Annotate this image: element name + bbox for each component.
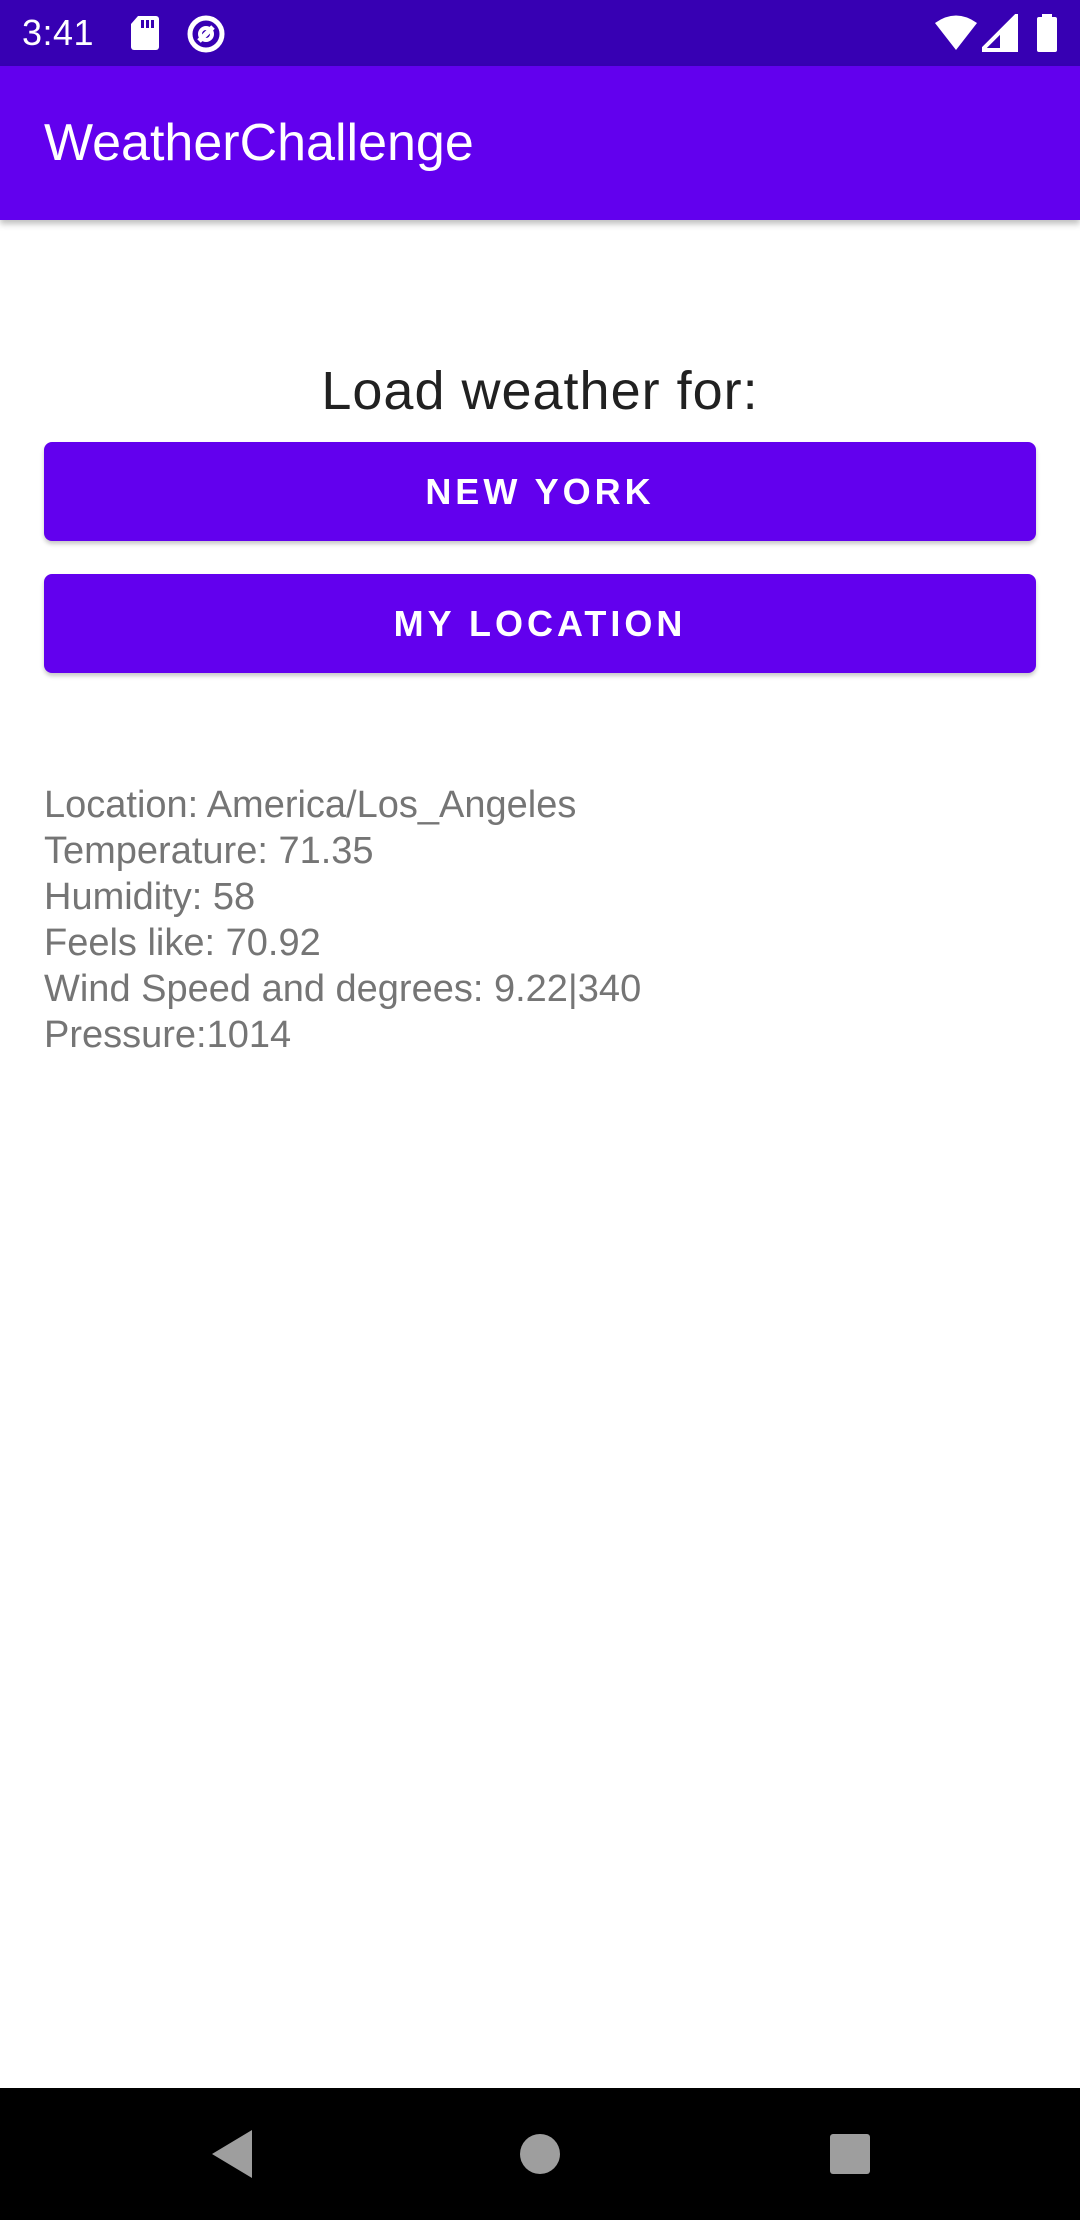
status-time: 3:41	[22, 12, 95, 53]
back-icon[interactable]	[196, 2118, 268, 2190]
wind-text: Wind Speed and degrees: 9.22|340	[44, 968, 642, 1010]
temperature-text: Temperature: 71.35	[44, 830, 374, 872]
humidity-text: Humidity: 58	[44, 876, 256, 918]
location-text: Location: America/Los_Angeles	[44, 784, 577, 826]
app-bar: WeatherChallenge	[0, 66, 1080, 220]
load-weather-prompt: Load weather for:	[321, 361, 759, 421]
home-icon[interactable]	[504, 2118, 576, 2190]
data-saver-icon	[186, 14, 226, 53]
status-bar: 3:41	[0, 0, 1080, 66]
screen: 3:41 WeatherChallenge Load weather for: …	[0, 0, 1080, 2220]
weather-info: Location: America/Los_Angeles Temperatur…	[44, 782, 641, 1058]
app-title: WeatherChallenge	[44, 114, 474, 172]
battery-icon	[1036, 14, 1058, 52]
recents-icon[interactable]	[814, 2118, 886, 2190]
sd-card-icon	[130, 14, 160, 52]
wifi-icon	[934, 14, 978, 52]
navigation-bar	[0, 2088, 1080, 2220]
new-york-button[interactable]: NEW YORK	[44, 442, 1036, 541]
my-location-button[interactable]: MY LOCATION	[44, 574, 1036, 673]
feels-like-text: Feels like: 70.92	[44, 922, 321, 964]
signal-icon	[977, 11, 1018, 52]
pressure-text: Pressure:1014	[44, 1014, 292, 1056]
